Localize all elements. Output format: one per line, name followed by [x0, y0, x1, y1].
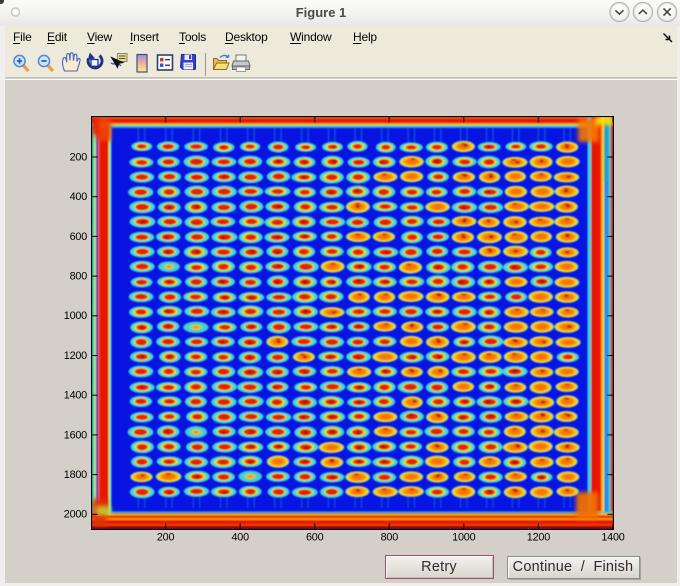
svg-text:1800: 1800	[64, 469, 87, 481]
svg-text:600: 600	[70, 231, 88, 243]
svg-text:800: 800	[70, 270, 88, 282]
svg-text:200: 200	[157, 531, 175, 543]
svg-text:1000: 1000	[452, 531, 475, 543]
svg-text:2000: 2000	[64, 509, 87, 521]
svg-text:1000: 1000	[64, 310, 87, 322]
svg-text:600: 600	[306, 531, 324, 543]
svg-text:1200: 1200	[527, 531, 550, 543]
svg-text:1600: 1600	[64, 429, 87, 441]
svg-text:200: 200	[70, 151, 88, 163]
svg-text:1400: 1400	[601, 531, 624, 543]
svg-text:400: 400	[70, 191, 88, 203]
svg-text:400: 400	[231, 531, 249, 543]
svg-text:800: 800	[381, 531, 399, 543]
svg-text:1400: 1400	[64, 390, 87, 402]
svg-text:1200: 1200	[64, 350, 87, 362]
